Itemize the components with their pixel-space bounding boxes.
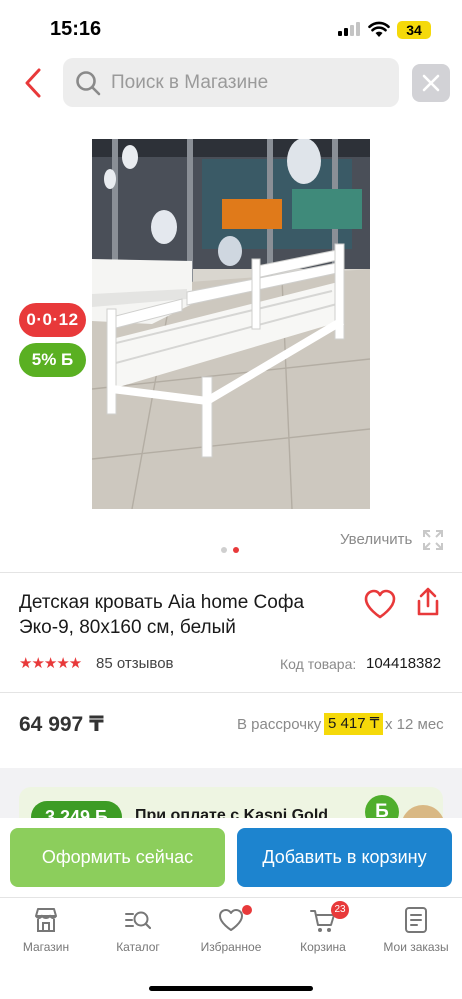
product-title: Детская кровать Aia home Софа Эко-9, 80x… xyxy=(19,592,305,638)
search-bar[interactable] xyxy=(63,58,399,107)
status-bar: 15:16 34 xyxy=(0,0,462,56)
divider xyxy=(0,692,462,693)
add-to-cart-button[interactable]: Добавить в корзину xyxy=(237,828,452,887)
share-icon[interactable] xyxy=(414,586,442,618)
bed-photo-illustration xyxy=(92,139,370,509)
tab-label: Каталог xyxy=(116,940,160,954)
close-search-button[interactable] xyxy=(412,64,450,102)
store-icon xyxy=(35,908,57,932)
orders-icon xyxy=(405,907,427,933)
installment-amount[interactable]: 5 417 ₸ xyxy=(324,713,384,735)
product-price: 64 997 ₸ xyxy=(19,713,104,736)
wifi-icon xyxy=(368,21,390,37)
notification-dot xyxy=(242,905,252,915)
tab-store[interactable]: Магазин xyxy=(0,906,92,960)
product-photo[interactable] xyxy=(92,139,370,509)
back-arrow-icon[interactable] xyxy=(20,66,50,100)
tab-favorites[interactable]: Избранное xyxy=(185,905,277,960)
reviews-link[interactable]: 85 отзывов xyxy=(96,655,174,672)
battery-indicator: 34 xyxy=(397,21,431,39)
tab-label: Мои заказы xyxy=(383,940,449,954)
zoom-link[interactable]: Увеличить xyxy=(340,531,412,548)
close-icon xyxy=(422,74,440,92)
installment-months: x 12 мес xyxy=(385,716,444,733)
tab-catalog[interactable]: Каталог xyxy=(92,906,184,960)
buy-now-button[interactable]: Оформить сейчас xyxy=(10,828,225,887)
sku-label: Код товара: xyxy=(280,656,357,672)
rating-stars: ★★★★★ xyxy=(19,655,82,672)
tab-label: Избранное xyxy=(200,940,262,954)
tab-label: Корзина xyxy=(300,940,346,954)
sku-value: 104418382 xyxy=(366,655,442,672)
status-time: 15:16 xyxy=(50,18,102,40)
bonus-badge: 5% Б xyxy=(19,343,86,377)
tab-my-orders[interactable]: Мои заказы xyxy=(370,906,462,960)
cellular-signal-icon xyxy=(338,22,360,36)
divider xyxy=(0,572,462,573)
installment-promo-badge: 0·0·12 xyxy=(19,303,86,337)
catalog-search-icon xyxy=(125,911,151,930)
tab-cart[interactable]: 23 Корзина xyxy=(277,901,369,960)
tab-label: Магазин xyxy=(22,940,70,954)
bottom-tab-bar: Магазин Каталог Избранное 23 Корзина Мои… xyxy=(0,897,462,999)
home-indicator xyxy=(149,986,313,991)
cart-count-badge: 23 xyxy=(331,901,349,919)
favorite-heart-icon[interactable] xyxy=(363,588,397,620)
expand-icon[interactable] xyxy=(421,528,445,552)
heart-icon xyxy=(219,909,243,931)
search-input[interactable] xyxy=(111,58,391,107)
search-icon xyxy=(76,71,101,96)
action-bar: Оформить сейчас Добавить в корзину xyxy=(0,818,462,898)
installment-label: В рассрочку xyxy=(237,716,322,733)
